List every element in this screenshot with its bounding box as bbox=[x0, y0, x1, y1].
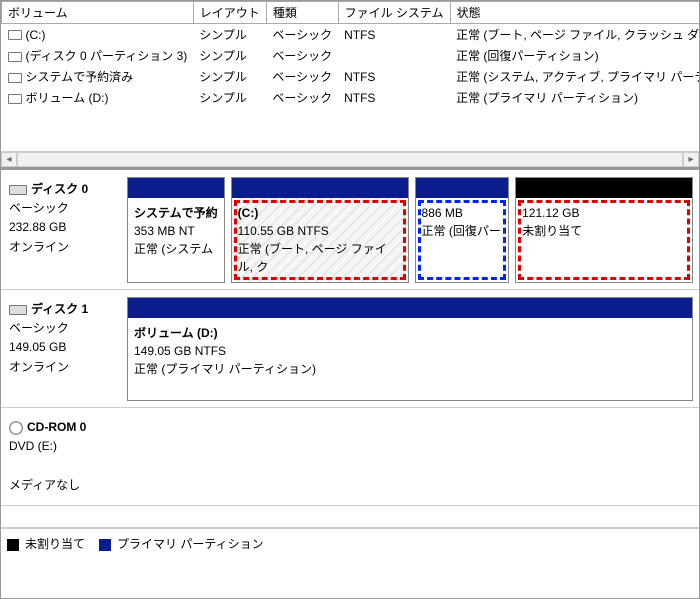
partition-capbar bbox=[516, 178, 692, 198]
disk-size: 232.88 GB bbox=[9, 218, 117, 237]
volume-fs: NTFS bbox=[338, 24, 450, 46]
disk-header[interactable]: ディスク 1 ベーシック149.05 GBオンライン bbox=[7, 296, 121, 401]
volume-type: ベーシック bbox=[266, 45, 338, 66]
partition-title: (C:) bbox=[238, 204, 402, 222]
volume-fs: NTFS bbox=[338, 87, 450, 108]
volume-table: ボリューム レイアウト 種類 ファイル システム 状態 (C:)シンプルベーシッ… bbox=[1, 1, 699, 108]
disk-kind: ベーシック bbox=[9, 319, 117, 338]
col-status[interactable]: 状態 bbox=[450, 2, 699, 24]
disk-kind: ベーシック bbox=[9, 199, 117, 218]
volume-fs: NTFS bbox=[338, 66, 450, 87]
volume-status: 正常 (ブート, ページ ファイル, クラッシュ ダンプ, プライマリ パ bbox=[450, 24, 699, 46]
volume-layout: シンプル bbox=[193, 87, 266, 108]
col-volume[interactable]: ボリューム bbox=[2, 2, 194, 24]
partition-title: システムで予約 bbox=[134, 204, 218, 222]
volume-name: (C:) bbox=[26, 28, 46, 42]
volume-layout: シンプル bbox=[193, 24, 266, 46]
partition-capbar bbox=[128, 298, 692, 318]
disk-icon bbox=[9, 305, 27, 315]
volume-list-pane: ボリューム レイアウト 種類 ファイル システム 状態 (C:)シンプルベーシッ… bbox=[1, 1, 699, 151]
volume-icon bbox=[8, 30, 22, 40]
disk-header[interactable]: ディスク 0 ベーシック232.88 GBオンライン bbox=[7, 176, 121, 283]
volume-icon bbox=[8, 52, 22, 62]
volume-status: 正常 (システム, アクティブ, プライマリ パーティション) bbox=[450, 66, 699, 87]
volume-type: ベーシック bbox=[266, 66, 338, 87]
partition-size: 149.05 GB NTFS bbox=[134, 342, 686, 360]
partition-status: 正常 (回復パー bbox=[422, 222, 503, 240]
cdrom-name: CD-ROM 0 bbox=[27, 420, 86, 434]
disk-size: 149.05 GB bbox=[9, 338, 117, 357]
partition-bar: ボリューム (D:)149.05 GB NTFS正常 (プライマリ パーティショ… bbox=[127, 296, 693, 401]
horizontal-scrollbar[interactable]: ◂ ▸ bbox=[1, 151, 699, 167]
col-fs[interactable]: ファイル システム bbox=[338, 2, 450, 24]
volume-icon bbox=[8, 73, 22, 83]
volume-status: 正常 (回復パーティション) bbox=[450, 45, 699, 66]
partition[interactable]: 886 MB正常 (回復パー bbox=[415, 177, 510, 283]
partition[interactable]: システムで予約353 MB NT正常 (システム bbox=[127, 177, 225, 283]
partition[interactable]: 121.12 GB未割り当て bbox=[515, 177, 693, 283]
partition-status: 正常 (ブート, ページ ファイル, ク bbox=[238, 240, 402, 276]
partition-size: 886 MB bbox=[422, 204, 503, 222]
partition-size: 121.12 GB bbox=[522, 204, 686, 222]
partition[interactable]: ボリューム (D:)149.05 GB NTFS正常 (プライマリ パーティショ… bbox=[127, 297, 693, 401]
partition-capbar bbox=[232, 178, 408, 198]
scroll-right-icon[interactable]: ▸ bbox=[683, 152, 699, 167]
cdrom-media: メディアなし bbox=[9, 476, 117, 495]
partition-status: 未割り当て bbox=[522, 222, 686, 240]
volume-layout: シンプル bbox=[193, 45, 266, 66]
disk-name: ディスク 1 bbox=[31, 302, 88, 316]
disk-row: ディスク 1 ベーシック149.05 GBオンラインボリューム (D:)149.0… bbox=[1, 290, 699, 408]
legend-unalloc: 未割り当て bbox=[25, 537, 85, 551]
disk-state: オンライン bbox=[9, 238, 117, 257]
partition-capbar bbox=[128, 178, 224, 198]
disk-state: オンライン bbox=[9, 358, 117, 377]
partition[interactable]: (C:)110.55 GB NTFS正常 (ブート, ページ ファイル, ク bbox=[231, 177, 409, 283]
col-layout[interactable]: レイアウト bbox=[193, 2, 266, 24]
volume-fs bbox=[338, 45, 450, 66]
disk-map-region: ディスク 0ベーシック232.88 GBオンラインシステムで予約353 MB N… bbox=[1, 167, 699, 558]
volume-status: 正常 (プライマリ パーティション) bbox=[450, 87, 699, 108]
table-row[interactable]: (C:) シンプルベーシックNTFS正常 (ブート, ページ ファイル, クラッシ… bbox=[2, 24, 700, 46]
table-row[interactable]: (ディスク 0 パーティション 3) シンプルベーシック 正常 (回復パーティション… bbox=[2, 45, 700, 66]
disk-row: ディスク 0 ベーシック232.88 GBオンラインシステムで予約353 MB N… bbox=[1, 170, 699, 290]
scroll-left-icon[interactable]: ◂ bbox=[1, 152, 17, 167]
cdrom-drive: DVD (E:) bbox=[9, 437, 117, 456]
disk-icon bbox=[9, 185, 27, 195]
scroll-track[interactable] bbox=[17, 152, 683, 167]
volume-type: ベーシック bbox=[266, 87, 338, 108]
table-row[interactable]: システムで予約済み シンプルベーシックNTFS正常 (システム, アクティブ, プ… bbox=[2, 66, 700, 87]
partition-status: 正常 (プライマリ パーティション) bbox=[134, 360, 686, 378]
partition-status: 正常 (システム bbox=[134, 240, 218, 258]
partition-size: 110.55 GB NTFS bbox=[238, 222, 402, 240]
partition-bar: システムで予約353 MB NT正常 (システム(C:)110.55 GB NT… bbox=[127, 176, 693, 283]
volume-layout: シンプル bbox=[193, 66, 266, 87]
volume-name: (ディスク 0 パーティション 3) bbox=[26, 49, 188, 63]
partition-size: 353 MB NT bbox=[134, 222, 218, 240]
volume-icon bbox=[8, 94, 22, 104]
disk-name: ディスク 0 bbox=[31, 182, 88, 196]
spacer bbox=[1, 506, 699, 528]
legend-primary: プライマリ パーティション bbox=[117, 537, 264, 551]
volume-name: システムで予約済み bbox=[26, 70, 134, 84]
partition-title: ボリューム (D:) bbox=[134, 324, 686, 342]
disc-icon bbox=[9, 421, 23, 435]
table-row[interactable]: ボリューム (D:) シンプルベーシックNTFS正常 (プライマリ パーティション… bbox=[2, 87, 700, 108]
partition-capbar bbox=[416, 178, 509, 198]
legend-swatch-primary bbox=[99, 539, 111, 551]
volume-name: ボリューム (D:) bbox=[26, 91, 109, 105]
volume-type: ベーシック bbox=[266, 24, 338, 46]
cdrom-row[interactable]: CD-ROM 0 DVD (E:) メディアなし bbox=[1, 408, 699, 506]
col-type[interactable]: 種類 bbox=[266, 2, 338, 24]
legend: 未割り当て プライマリ パーティション bbox=[1, 528, 699, 558]
legend-swatch-unalloc bbox=[7, 539, 19, 551]
